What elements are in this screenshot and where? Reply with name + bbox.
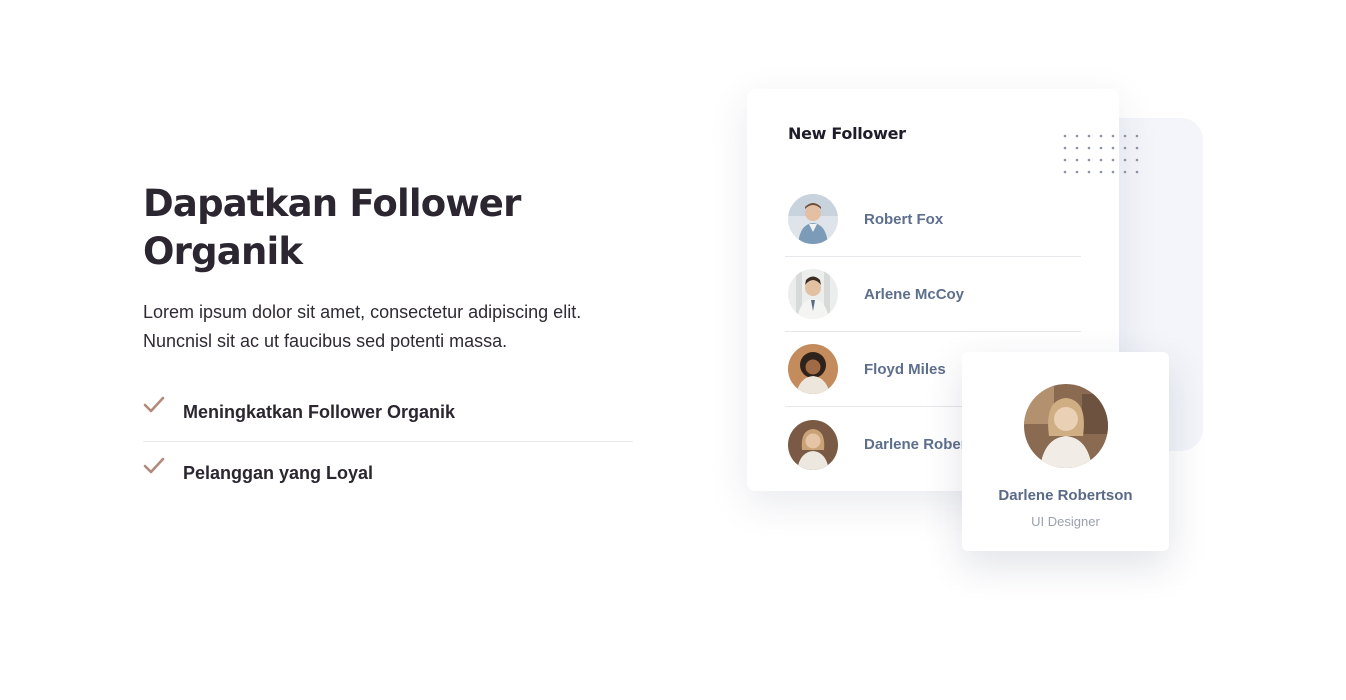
follower-name[interactable]: Robert Fox [864, 211, 943, 228]
profile-avatar[interactable] [1024, 384, 1108, 468]
avatar[interactable] [788, 269, 838, 319]
hero-heading-line2: Organik [143, 230, 303, 273]
hero-heading-line1: Dapatkan Follower [143, 182, 521, 225]
hero-lead-line2: Nuncnisl sit ac ut faucibus sed potenti … [143, 331, 508, 351]
profile-card[interactable]: Darlene Robertson UI Designer [962, 352, 1169, 551]
avatar[interactable] [788, 344, 838, 394]
feature-list: Meningkatkan Follower Organik Pelanggan … [143, 390, 633, 491]
follower-name[interactable]: Floyd Miles [864, 361, 946, 378]
feature-item: Meningkatkan Follower Organik [143, 390, 633, 442]
dot-grid-decoration [1063, 134, 1139, 174]
feature-label: Pelanggan yang Loyal [183, 462, 374, 483]
feature-label: Meningkatkan Follower Organik [183, 401, 456, 422]
profile-name: Darlene Robertson [998, 487, 1133, 504]
check-icon [143, 457, 165, 474]
hero-lead-line1: Lorem ipsum dolor sit amet, consectetur … [143, 302, 582, 322]
profile-role: UI Designer [1031, 514, 1100, 529]
follower-item[interactable]: Robert Fox [785, 182, 1081, 257]
hero-section: Dapatkan Follower Organik Lorem ipsum do… [143, 180, 633, 491]
card-title: New Follower [788, 124, 906, 143]
feature-item: Pelanggan yang Loyal [143, 455, 633, 491]
avatar[interactable] [788, 194, 838, 244]
follower-item[interactable]: Arlene McCoy [785, 257, 1081, 332]
hero-heading: Dapatkan Follower Organik [143, 180, 633, 276]
follower-name[interactable]: Arlene McCoy [864, 286, 964, 303]
hero-lead: Lorem ipsum dolor sit amet, consectetur … [143, 298, 633, 356]
avatar[interactable] [788, 419, 838, 470]
check-icon [143, 396, 165, 413]
